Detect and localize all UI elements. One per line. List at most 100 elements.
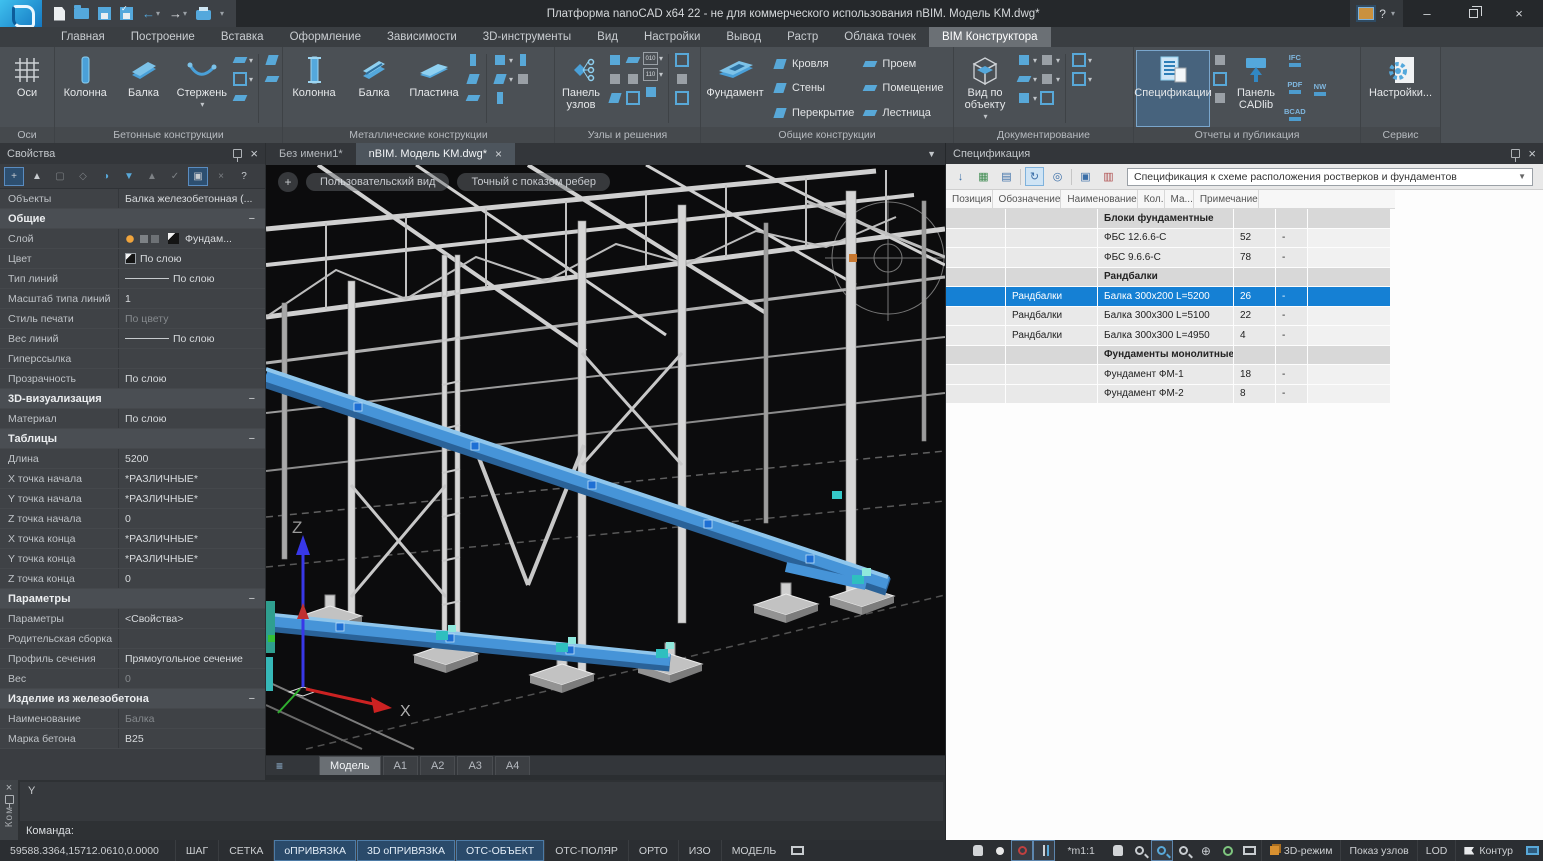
- status-toggle-button[interactable]: ОТС-ОБЪЕКТ: [455, 840, 544, 861]
- property-value[interactable]: 5200: [118, 449, 265, 468]
- elevation-mark-icon[interactable]: [1039, 71, 1055, 87]
- common-construction-button[interactable]: Лестница: [859, 105, 946, 121]
- table-row[interactable]: Рандбалки Балка 300x200 L=5200 26 -: [946, 287, 1395, 307]
- column-header[interactable]: Позиция: [946, 190, 993, 208]
- property-value[interactable]: По слою: [118, 329, 265, 348]
- insert-table-icon[interactable]: ▣: [1076, 167, 1095, 186]
- rect-select-icon[interactable]: ▢: [50, 167, 70, 186]
- pin-icon[interactable]: [233, 149, 242, 158]
- layout-tab[interactable]: Модель: [319, 756, 380, 775]
- export-bcad-button[interactable]: BCAD: [1284, 107, 1306, 121]
- status-toggle-button[interactable]: ИЗО: [678, 840, 721, 861]
- specifications-button[interactable]: Спецификации: [1136, 50, 1210, 127]
- report-refresh-icon[interactable]: [1212, 71, 1228, 87]
- dropdown-caret[interactable]: ▾: [1088, 56, 1092, 65]
- property-row[interactable]: Изделие из железобетона: [0, 689, 265, 709]
- channel-icon[interactable]: [232, 71, 248, 87]
- rod-dropdown-caret[interactable]: ▾: [200, 99, 204, 111]
- layout-tab[interactable]: A2: [420, 756, 455, 775]
- command-prompt[interactable]: Команда:: [18, 821, 945, 840]
- property-row[interactable]: Y точка конца *РАЗЛИЧНЫЕ*: [0, 549, 265, 569]
- ribbon-tab[interactable]: Оформление: [277, 27, 374, 47]
- named-view-icon[interactable]: [1071, 71, 1087, 87]
- property-value[interactable]: *РАЗЛИЧНЫЕ*: [118, 469, 265, 488]
- property-row[interactable]: Марка бетона B25: [0, 729, 265, 749]
- qat-overflow-caret[interactable]: ▾: [220, 9, 224, 18]
- profile-icon[interactable]: [492, 90, 508, 106]
- ribbon-tab[interactable]: Вставка: [208, 27, 277, 47]
- command-history[interactable]: Y: [20, 782, 943, 821]
- common-construction-button[interactable]: Кровля: [769, 56, 857, 72]
- layout-tab[interactable]: A1: [383, 756, 418, 775]
- property-row[interactable]: Z точка конца 0: [0, 569, 265, 589]
- annotation-scale[interactable]: *m1:1: [1055, 840, 1106, 861]
- property-value[interactable]: По цвету: [118, 309, 265, 328]
- tab-close-icon[interactable]: ×: [495, 147, 502, 161]
- property-row[interactable]: Объекты Балка железобетонная (...: [0, 189, 265, 209]
- window-frame-icon[interactable]: [674, 90, 690, 106]
- column-header[interactable]: Примечание: [1194, 190, 1259, 208]
- common-construction-button[interactable]: Проем: [859, 56, 946, 72]
- property-row[interactable]: Наименование Балка: [0, 709, 265, 729]
- dropdown-caret[interactable]: ▾: [249, 56, 253, 65]
- orbit-icon[interactable]: ⊕: [1195, 840, 1217, 861]
- dropdown-caret[interactable]: ▾: [1033, 75, 1037, 84]
- property-row[interactable]: Масштаб типа линий 1: [0, 289, 265, 309]
- i-beam-icon[interactable]: [515, 52, 531, 68]
- filter-icon[interactable]: ▼: [119, 167, 139, 186]
- specification-close-icon[interactable]: ×: [1528, 147, 1536, 160]
- viewport-icon[interactable]: [1071, 52, 1087, 68]
- node-flag-icon[interactable]: [607, 52, 623, 68]
- column-header[interactable]: Наименование: [1061, 190, 1137, 208]
- redo-button[interactable]: →▾: [169, 7, 187, 20]
- layout-menu-icon[interactable]: ≡: [270, 756, 289, 775]
- property-row[interactable]: Профиль сечения Прямоугольное сечение: [0, 649, 265, 669]
- browse-settings-icon[interactable]: ◎: [1048, 167, 1067, 186]
- column-header[interactable]: Кол.: [1138, 190, 1165, 208]
- property-value[interactable]: По слою: [118, 249, 265, 268]
- quick-select-icon[interactable]: ▲: [142, 167, 162, 186]
- table-row[interactable]: Рандбалки Балка 300x300 L=5100 22 -: [946, 307, 1395, 327]
- specification-select[interactable]: Спецификация к схеме расположения ростве…: [1127, 168, 1533, 186]
- property-value[interactable]: Балка: [118, 709, 265, 728]
- dropdown-caret[interactable]: ▾: [1088, 75, 1092, 84]
- ribbon-tab[interactable]: Облака точек: [831, 27, 929, 47]
- property-value[interactable]: 0: [118, 669, 265, 688]
- restore-button[interactable]: [1451, 0, 1495, 27]
- concrete-column-button[interactable]: Колонна: [57, 50, 113, 127]
- view-by-object-caret[interactable]: ▾: [983, 111, 987, 123]
- report-export-icon[interactable]: [1212, 90, 1228, 106]
- pan-hand-icon[interactable]: [1107, 840, 1129, 861]
- dropdown-caret[interactable]: ▾: [1033, 94, 1037, 103]
- ribbon-interface-icon[interactable]: [1358, 7, 1374, 20]
- ribbon-tab[interactable]: Вывод: [713, 27, 774, 47]
- weld-node-icon[interactable]: [515, 71, 531, 87]
- column-header[interactable]: Обозначение: [993, 190, 1062, 208]
- property-value[interactable]: 1: [118, 289, 265, 308]
- status-toggle-button[interactable]: ОРТО: [628, 840, 678, 861]
- report-preview-icon[interactable]: [1212, 52, 1228, 68]
- new-file-button[interactable]: [54, 7, 65, 21]
- table-row[interactable]: Фундамент ФМ-2 8 -: [946, 385, 1395, 405]
- property-row[interactable]: Параметры: [0, 589, 265, 609]
- apply-check-icon[interactable]: ✓: [165, 167, 185, 186]
- property-value[interactable]: [118, 349, 265, 368]
- property-row[interactable]: 3D-визуализация: [0, 389, 265, 409]
- settings-button[interactable]: Настройки...: [1368, 50, 1434, 127]
- concrete-beam-button[interactable]: Балка: [115, 50, 171, 127]
- property-row[interactable]: Родительская сборка: [0, 629, 265, 649]
- ribbon-tab[interactable]: Главная: [48, 27, 118, 47]
- property-value[interactable]: Балка железобетонная (...: [118, 189, 265, 208]
- node-copy-icon[interactable]: [607, 71, 623, 87]
- dropdown-caret[interactable]: ▾: [509, 75, 513, 84]
- node-ref-icon[interactable]: [607, 90, 623, 106]
- lod-button[interactable]: LOD: [1417, 840, 1456, 861]
- property-value[interactable]: Фундам...: [118, 229, 265, 248]
- status-toggle-button[interactable]: 3D оПРИВЯЗКА: [356, 840, 455, 861]
- ribbon-tab[interactable]: Растр: [774, 27, 831, 47]
- selection-cycle-icon[interactable]: ◑: [96, 167, 116, 186]
- bulb-icon[interactable]: [989, 840, 1011, 861]
- table-row[interactable]: Рандбалки: [946, 268, 1395, 288]
- tab-list-caret[interactable]: ▼: [918, 143, 945, 165]
- metal-beam-button[interactable]: Балка: [345, 50, 403, 127]
